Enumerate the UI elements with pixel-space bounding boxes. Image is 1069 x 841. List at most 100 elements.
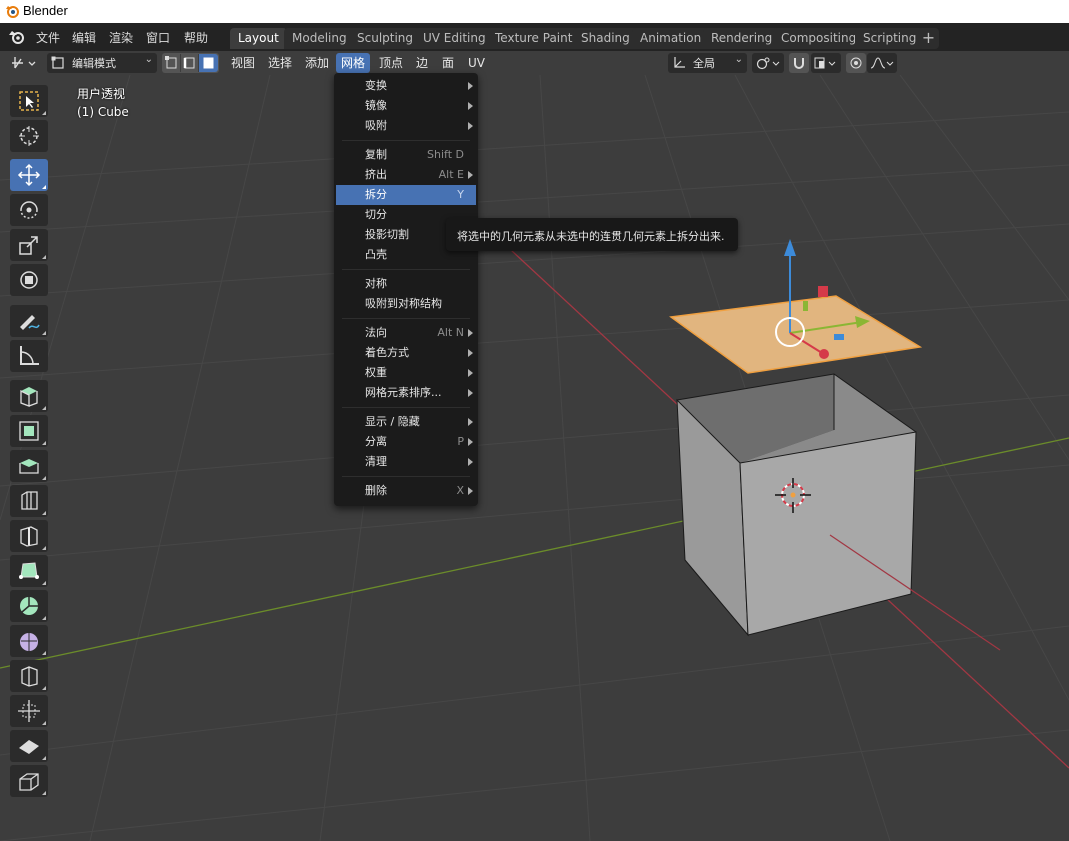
tool-transform[interactable] <box>10 264 48 296</box>
extrude-icon <box>19 421 39 441</box>
submenu-arrow-icon <box>468 171 473 179</box>
menu-item-shading[interactable]: 着色方式 <box>336 343 476 363</box>
tab-layout[interactable]: Layout <box>230 28 287 49</box>
blender-menu-icon[interactable] <box>8 29 26 45</box>
transform-icon <box>20 271 38 289</box>
top-menu-bar: 文件 编辑 渲染 窗口 帮助 Layout Modeling Sculpting… <box>0 23 1069 51</box>
move-icon <box>17 163 41 187</box>
menu-item-split[interactable]: 拆分 Y <box>336 185 476 205</box>
menu-item-normals[interactable]: 法向 Alt N <box>336 323 476 343</box>
falloff-selector[interactable] <box>867 53 897 73</box>
header-menu-select[interactable]: 选择 <box>263 53 297 73</box>
submenu-arrow-icon <box>468 458 473 466</box>
menu-item-mirror[interactable]: 镜像 <box>336 96 476 116</box>
tool-shear[interactable] <box>10 730 48 762</box>
snap-toggle[interactable] <box>789 53 809 73</box>
tool-loop-cut[interactable] <box>10 520 48 552</box>
tool-smooth[interactable] <box>10 625 48 657</box>
tool-move[interactable] <box>10 159 48 191</box>
menu-help[interactable]: 帮助 <box>184 29 208 46</box>
proportional-edit-toggle[interactable] <box>846 53 866 73</box>
header-menu-vertex[interactable]: 顶点 <box>374 53 408 73</box>
submenu-arrow-icon <box>468 349 473 357</box>
tool-annotate[interactable] <box>10 305 48 337</box>
menu-separator <box>342 407 470 408</box>
tool-select-box[interactable] <box>10 85 48 117</box>
menu-item-duplicate[interactable]: 复制 Shift D <box>336 145 476 165</box>
menu-item-extrude[interactable]: 挤出 Alt E <box>336 165 476 185</box>
header-menu-uv[interactable]: UV <box>463 53 490 73</box>
tool-add-cube[interactable] <box>10 380 48 412</box>
submenu-arrow-icon <box>468 329 473 337</box>
header-menu-mesh[interactable]: 网格 <box>336 53 371 73</box>
tool-poly-build[interactable] <box>10 555 48 587</box>
add-workspace-button[interactable]: + <box>918 28 939 49</box>
header-menu-face[interactable]: 面 <box>437 53 459 73</box>
tab-shading[interactable]: Shading <box>573 28 638 49</box>
tool-bevel[interactable] <box>10 485 48 517</box>
menu-window[interactable]: 窗口 <box>146 29 170 46</box>
menu-file[interactable]: 文件 <box>36 29 60 46</box>
menu-separator <box>342 476 470 477</box>
tab-compositing[interactable]: Compositing <box>773 28 865 49</box>
measure-icon <box>20 346 39 365</box>
menu-item-separate[interactable]: 分离 P <box>336 432 476 452</box>
tab-uv-editing[interactable]: UV Editing <box>415 28 494 49</box>
editor-type-button[interactable] <box>9 53 41 73</box>
menu-separator <box>342 140 470 141</box>
viewport-header: 编辑模式 ⌄ 视图 选择 添加 网格 顶点 边 面 UV 全局 ⌄ <box>0 51 1069 75</box>
proportional-icon <box>850 57 862 69</box>
menu-item-show-hide[interactable]: 显示 / 隐藏 <box>336 412 476 432</box>
transform-orientation-selector[interactable]: 全局 ⌄ <box>668 53 747 73</box>
tool-extrude-region[interactable] <box>10 415 48 447</box>
menu-item-weights[interactable]: 权重 <box>336 363 476 383</box>
edit-mode-icon <box>51 56 64 69</box>
tab-scripting[interactable]: Scripting <box>855 28 925 49</box>
menu-item-delete[interactable]: 删除 X <box>336 481 476 501</box>
tool-scale[interactable] <box>10 229 48 261</box>
mode-selector[interactable]: 编辑模式 ⌄ <box>47 53 157 73</box>
tool-spin[interactable] <box>10 590 48 622</box>
menu-edit[interactable]: 编辑 <box>72 29 96 46</box>
header-menu-edge[interactable]: 边 <box>411 53 433 73</box>
menu-item-clean-up[interactable]: 清理 <box>336 452 476 472</box>
tab-modeling[interactable]: Modeling <box>284 28 355 49</box>
tool-measure[interactable] <box>10 340 48 372</box>
tool-inset-faces[interactable] <box>10 450 48 482</box>
snap-target-selector[interactable] <box>811 53 841 73</box>
pivot-point-selector[interactable] <box>752 53 784 73</box>
spin-icon <box>20 597 38 615</box>
tab-texture-paint[interactable]: Texture Paint <box>487 28 581 49</box>
tool-edge-slide[interactable] <box>10 660 48 692</box>
menu-item-snap[interactable]: 吸附 <box>336 116 476 136</box>
tool-shrink-fatten[interactable] <box>10 695 48 727</box>
tooltip-text: 将选中的几何元素从未选中的连贯几何元素上拆分出来. <box>457 230 725 243</box>
tab-rendering[interactable]: Rendering <box>703 28 781 49</box>
pivot-icon <box>756 57 780 70</box>
submenu-arrow-icon <box>468 122 473 130</box>
3d-viewport[interactable]: 用户透视 (1) Cube <box>0 75 1069 841</box>
tab-sculpting[interactable]: Sculpting <box>349 28 422 49</box>
tool-rip-region[interactable] <box>10 765 48 797</box>
menu-item-snap-to-symmetry[interactable]: 吸附到对称结构 <box>336 294 476 314</box>
menu-item-sort-elements[interactable]: 网格元素排序... <box>336 383 476 403</box>
tool-rotate[interactable] <box>10 194 48 226</box>
face-select-icon[interactable] <box>199 54 218 72</box>
menu-separator <box>342 318 470 319</box>
tool-cursor[interactable] <box>10 120 48 152</box>
header-menu-view[interactable]: 视图 <box>226 53 260 73</box>
mesh-dropdown-menu: 变换 镜像 吸附 复制 Shift D 挤出 Alt E 拆分 Y 切分 投影切割 凸… <box>334 73 478 506</box>
menu-item-symmetrize[interactable]: 对称 <box>336 274 476 294</box>
bevel-icon <box>21 491 38 510</box>
menu-render[interactable]: 渲染 <box>109 29 133 46</box>
vertex-select-icon[interactable] <box>163 54 181 72</box>
header-menu-add[interactable]: 添加 <box>300 53 334 73</box>
menu-item-transform[interactable]: 变换 <box>336 76 476 96</box>
smooth-icon <box>20 633 38 651</box>
scale-icon <box>19 236 38 255</box>
tab-animation[interactable]: Animation <box>632 28 710 49</box>
select-box-icon <box>19 91 39 111</box>
selected-face[interactable] <box>669 295 923 374</box>
title-bar: Blender <box>0 0 1069 23</box>
edge-select-icon[interactable] <box>181 54 199 72</box>
